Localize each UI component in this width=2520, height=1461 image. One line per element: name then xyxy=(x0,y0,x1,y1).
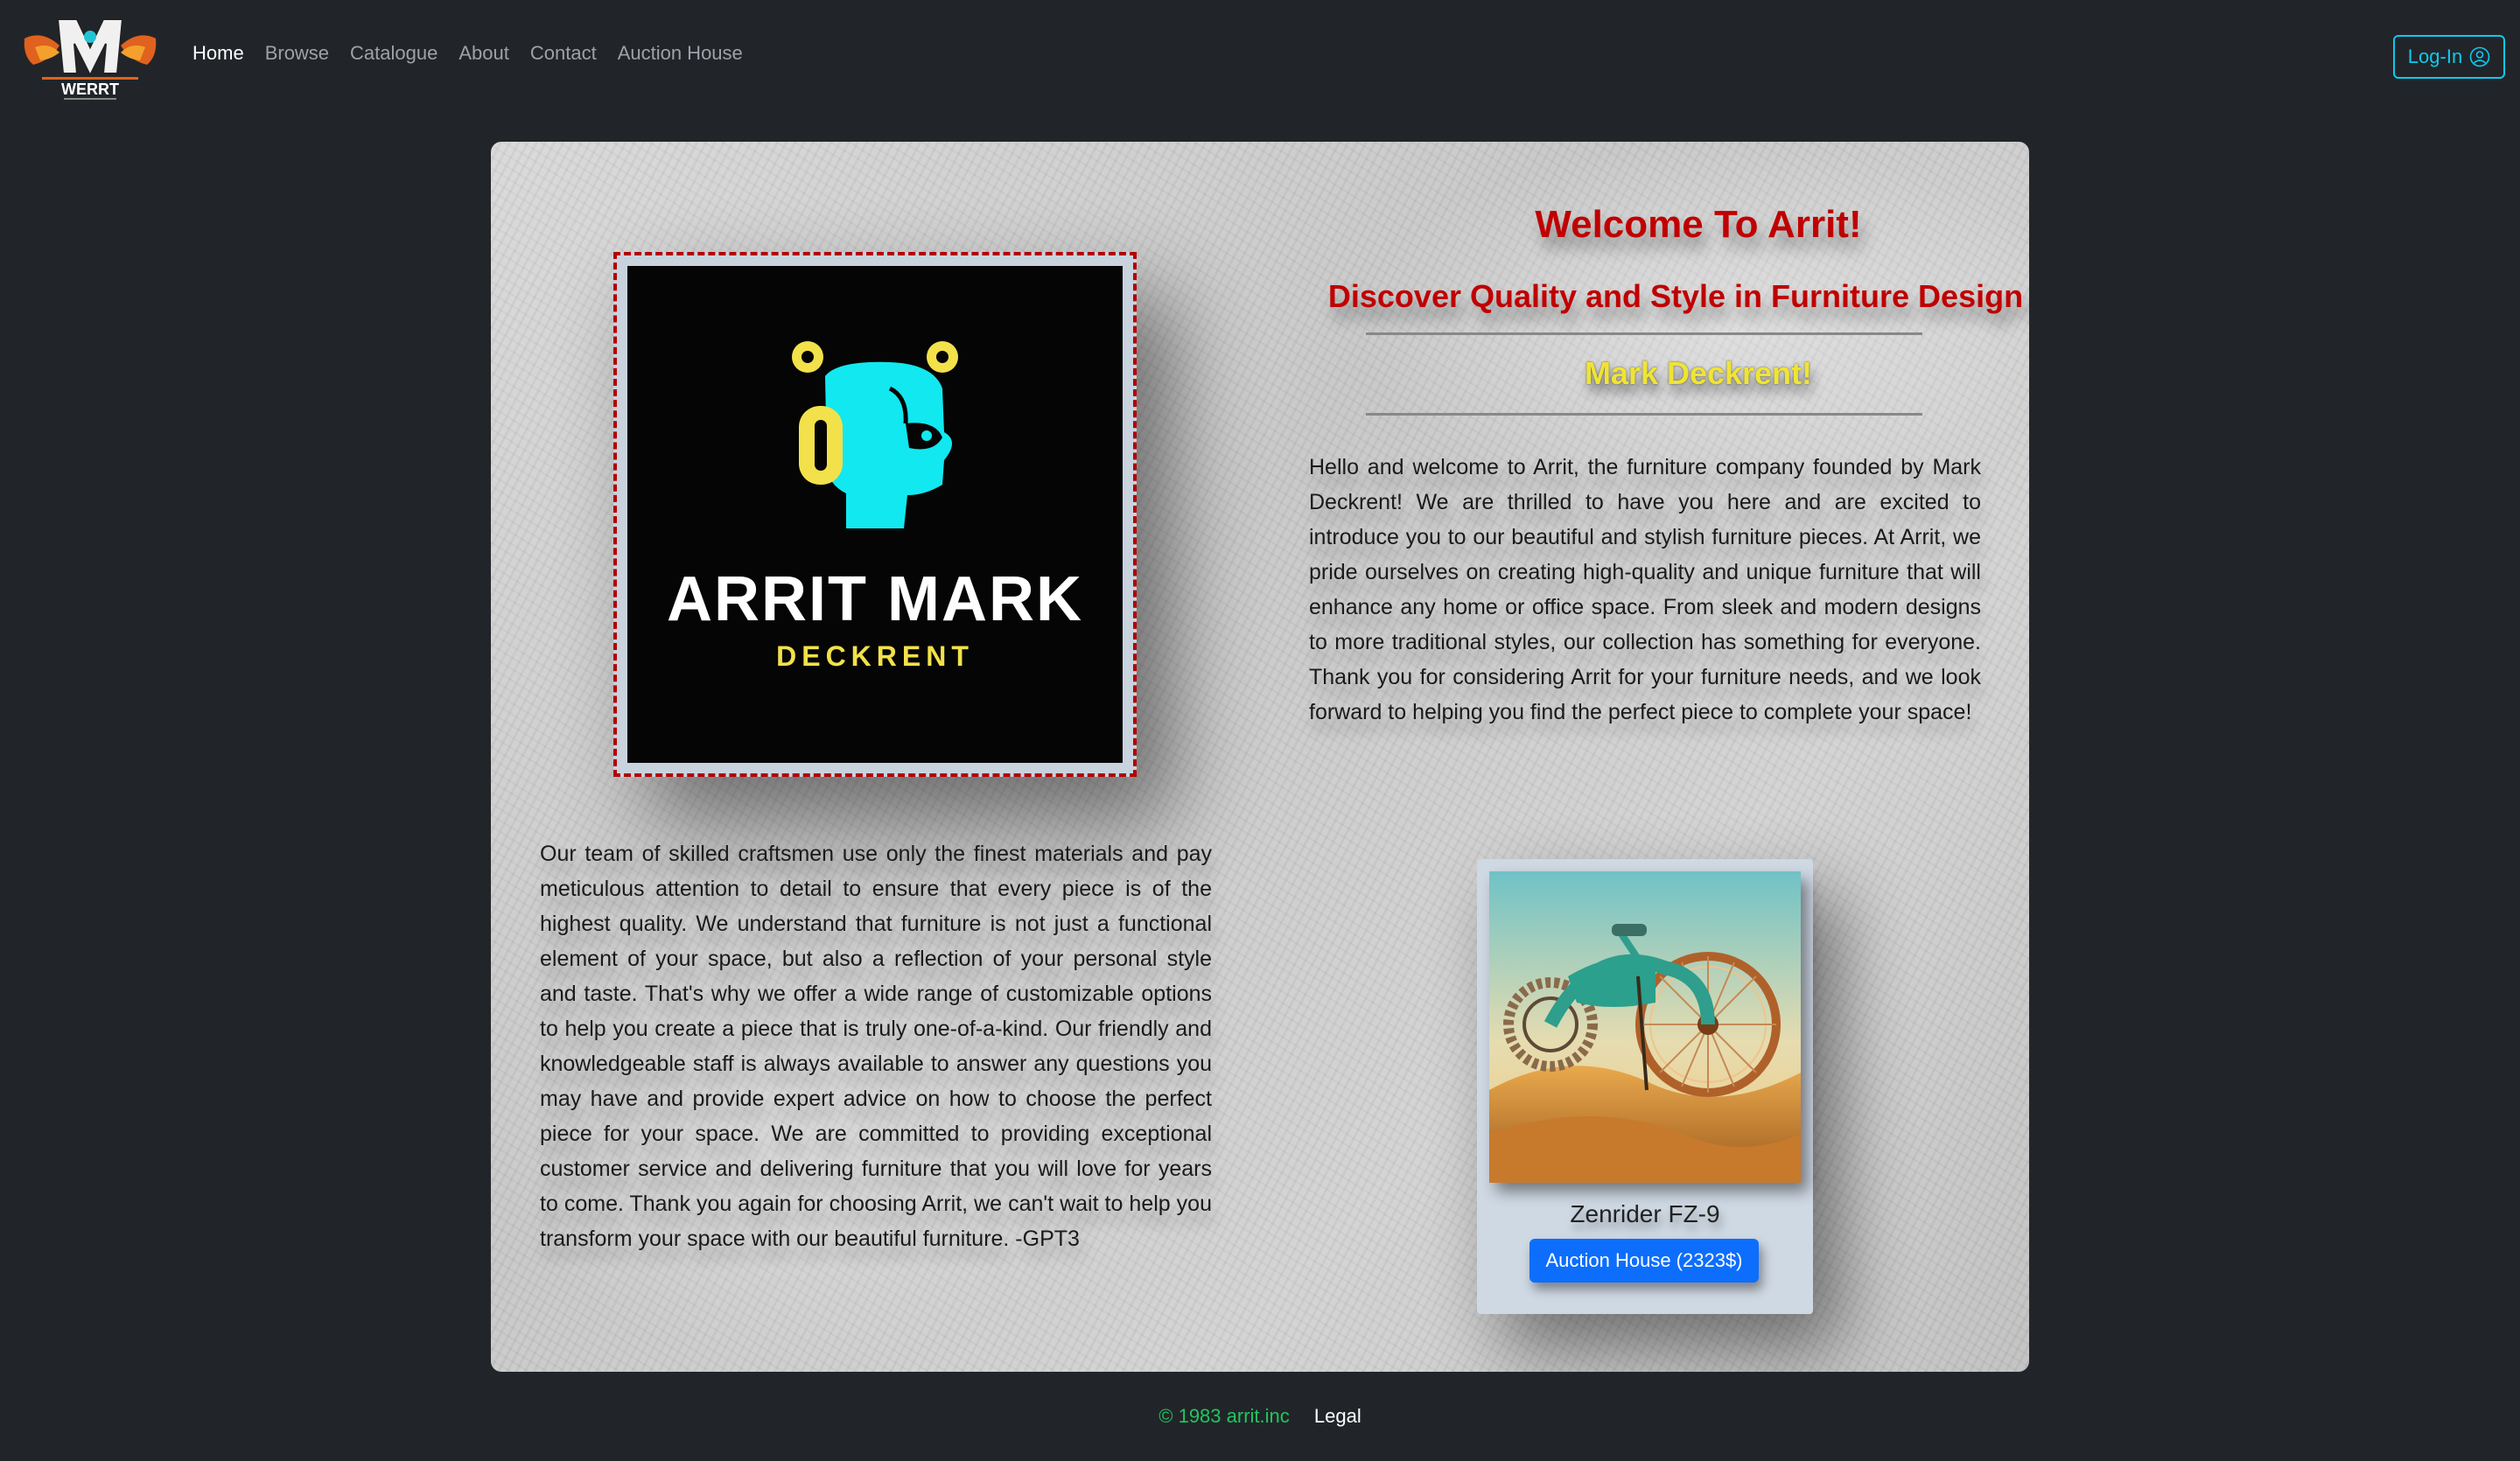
welcome-subtitle: Discover Quality and Style in Furniture … xyxy=(1327,278,2029,314)
brand-logo[interactable]: WERRT xyxy=(16,12,164,103)
nav-links: Home Browse Catalogue About Contact Auct… xyxy=(192,42,764,65)
main-card: ARRIT MARK DECKRENT Welcome To Arrit! Di… xyxy=(491,142,2029,1372)
navbar: WERRT Home Browse Catalogue About Contac… xyxy=(0,0,2520,115)
nav-auction-house-link[interactable]: Auction House xyxy=(618,42,743,65)
brand-image-subtitle: DECKRENT xyxy=(776,640,974,672)
user-circle-icon xyxy=(2469,46,2490,67)
welcome-section: Welcome To Arrit! Discover Quality and S… xyxy=(1278,203,2029,315)
divider-bottom xyxy=(1366,413,1922,416)
legal-link[interactable]: Legal xyxy=(1314,1405,1362,1427)
divider-top xyxy=(1366,332,1922,335)
login-label: Log-In xyxy=(2407,45,2463,67)
team-paragraph: Our team of skilled craftsmen use only t… xyxy=(540,842,1212,1251)
login-button[interactable]: Log-In xyxy=(2393,35,2505,79)
welcome-title: Welcome To Arrit! xyxy=(1535,203,1862,246)
brand-image-title: ARRIT MARK xyxy=(667,564,1083,634)
brand-image-frame: ARRIT MARK DECKRENT xyxy=(613,252,1137,777)
bicycle-desert-image xyxy=(1489,871,1801,1183)
nav-browse-link[interactable]: Browse xyxy=(265,42,329,65)
owner-name: Mark Deckrent! xyxy=(1584,355,1813,391)
auction-house-button[interactable]: Auction House (2323$) xyxy=(1530,1239,1759,1283)
nav-catalogue-link[interactable]: Catalogue xyxy=(350,42,438,65)
brand-logo-icon: WERRT xyxy=(24,18,157,100)
intro-paragraph: Hello and welcome to Arrit, the furnitur… xyxy=(1309,455,1981,724)
footer: © 1983 arrit.inc Legal xyxy=(0,1405,2520,1428)
product-card: Zenrider FZ-9 Auction House (2323$) xyxy=(1477,859,1813,1314)
robot-head-icon xyxy=(792,341,958,528)
svg-text:WERRT: WERRT xyxy=(61,80,119,98)
brand-image: ARRIT MARK DECKRENT xyxy=(627,266,1123,763)
copyright-text: © 1983 arrit.inc xyxy=(1158,1405,1290,1427)
nav-contact-link[interactable]: Contact xyxy=(530,42,597,65)
nav-home-link[interactable]: Home xyxy=(192,42,244,65)
nav-about-link[interactable]: About xyxy=(458,42,509,65)
product-name: Zenrider FZ-9 xyxy=(1570,1200,1720,1227)
product-image[interactable] xyxy=(1489,871,1801,1183)
